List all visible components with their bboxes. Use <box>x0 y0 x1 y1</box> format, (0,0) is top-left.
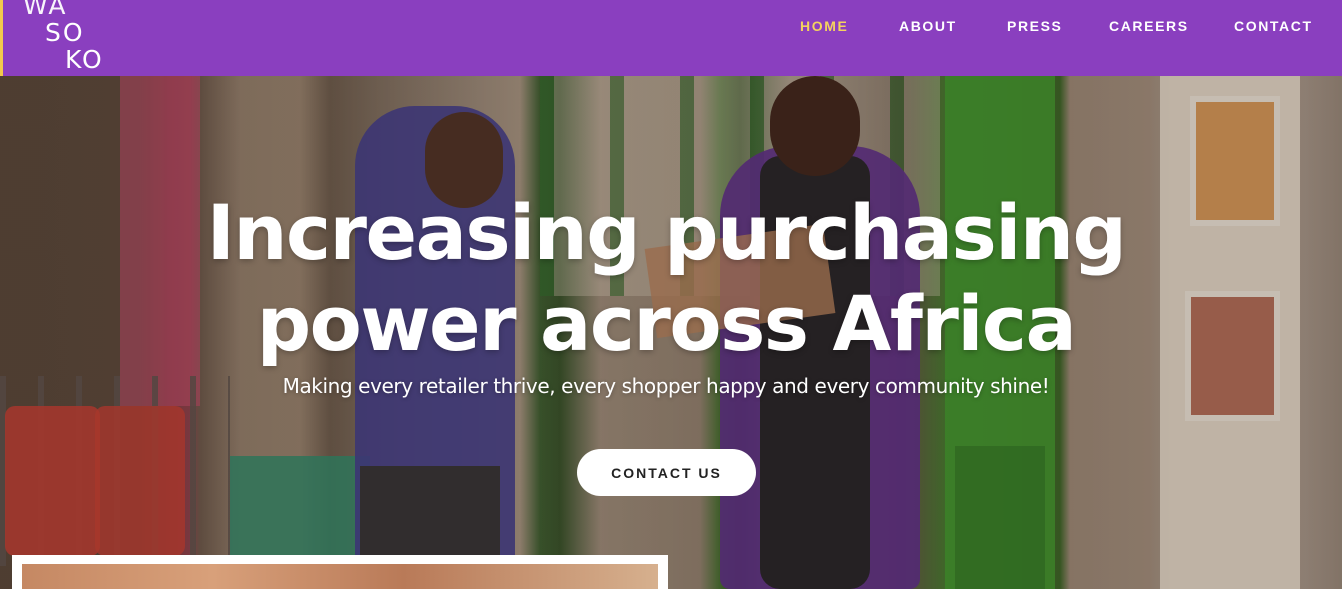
nav-home[interactable]: HOME <box>800 18 848 34</box>
hero-section: Increasing purchasing power across Afric… <box>0 76 1342 589</box>
hero-title: Increasing purchasing power across Afric… <box>0 187 1332 369</box>
contact-us-button[interactable]: CONTACT US <box>577 449 756 496</box>
site-header: WA SO KO HOME ABOUT PRESS CAREERS CONTAC… <box>0 0 1342 76</box>
nav-press[interactable]: PRESS <box>1007 18 1062 34</box>
logo-row-2: SO <box>45 18 85 47</box>
nav-careers[interactable]: CAREERS <box>1109 18 1189 34</box>
hero-title-line-1: Increasing purchasing <box>206 188 1127 277</box>
feature-card <box>12 555 668 589</box>
nav-contact[interactable]: CONTACT <box>1234 18 1313 34</box>
hero-title-line-2: power across Africa <box>256 279 1077 368</box>
logo-row-1: WA <box>23 0 68 20</box>
wasoko-logo[interactable]: WA SO KO <box>21 0 111 74</box>
nav-about[interactable]: ABOUT <box>899 18 957 34</box>
hero-subtitle: Making every retailer thrive, every shop… <box>282 374 1050 398</box>
feature-card-image <box>22 564 658 589</box>
logo-row-3: KO <box>65 45 104 74</box>
